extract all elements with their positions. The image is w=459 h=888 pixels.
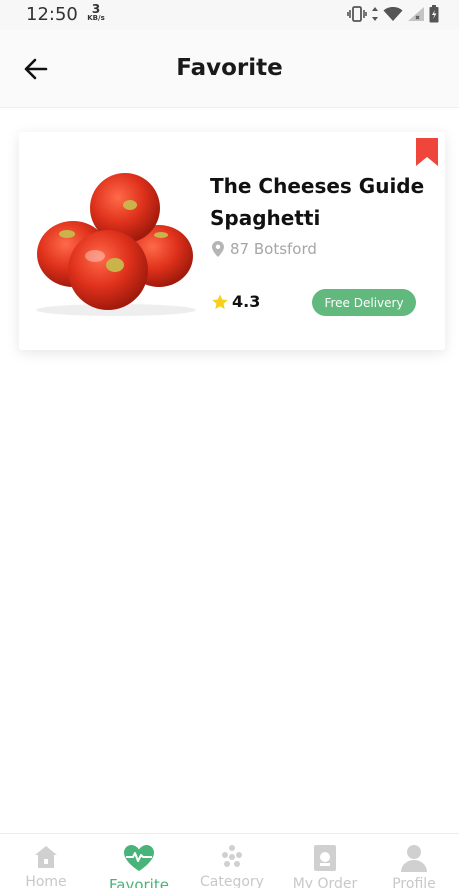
network-speed: 3 KB/s (85, 3, 107, 22)
order-book-icon (314, 845, 336, 871)
nav-label-favorite: Favorite (109, 876, 169, 888)
nav-item-my-order[interactable]: My Order (279, 844, 371, 888)
vibrate-icon (347, 6, 367, 22)
wifi-icon (383, 7, 403, 21)
app-header: Favorite (0, 30, 459, 108)
category-dots-icon (222, 845, 242, 867)
location-pin-icon (212, 241, 224, 257)
food-image (36, 173, 196, 316)
profile-icon (401, 845, 427, 872)
favorite-card[interactable]: The Cheeses Guide Spaghetti 87 Botsford … (19, 132, 445, 350)
page-title: Favorite (176, 55, 283, 81)
status-icons (347, 5, 439, 23)
nav-label-my-order: My Order (292, 876, 358, 888)
home-icon (35, 846, 57, 868)
location: 87 Botsford (212, 240, 317, 258)
bookmark-icon[interactable] (416, 138, 438, 166)
nav-item-category[interactable]: Category (186, 844, 278, 888)
nav-item-favorite[interactable]: Favorite (93, 844, 185, 888)
status-time: 12:50 (26, 4, 78, 25)
nav-label-profile: Profile (392, 876, 436, 888)
free-delivery-badge: Free Delivery (312, 289, 416, 316)
rating: 4.3 (211, 292, 260, 311)
star-icon (212, 294, 228, 309)
nav-item-profile[interactable]: Profile (368, 844, 459, 888)
nav-label-category: Category (200, 874, 264, 888)
location-text: 87 Botsford (230, 240, 317, 258)
rating-value: 4.3 (232, 292, 261, 311)
data-arrows-icon (372, 7, 378, 21)
status-bar: 12:50 3 KB/s (0, 0, 459, 30)
food-title[interactable]: The Cheeses Guide Spaghetti (210, 170, 430, 234)
signal-icon (408, 7, 424, 21)
bottom-nav: Home Favorite Category My Order Profile (0, 833, 459, 888)
battery-icon (429, 5, 439, 23)
nav-item-home[interactable]: Home (0, 844, 92, 888)
network-speed-unit: KB/s (87, 14, 105, 22)
nav-label-home: Home (25, 874, 67, 888)
heart-pulse-icon (124, 845, 154, 871)
